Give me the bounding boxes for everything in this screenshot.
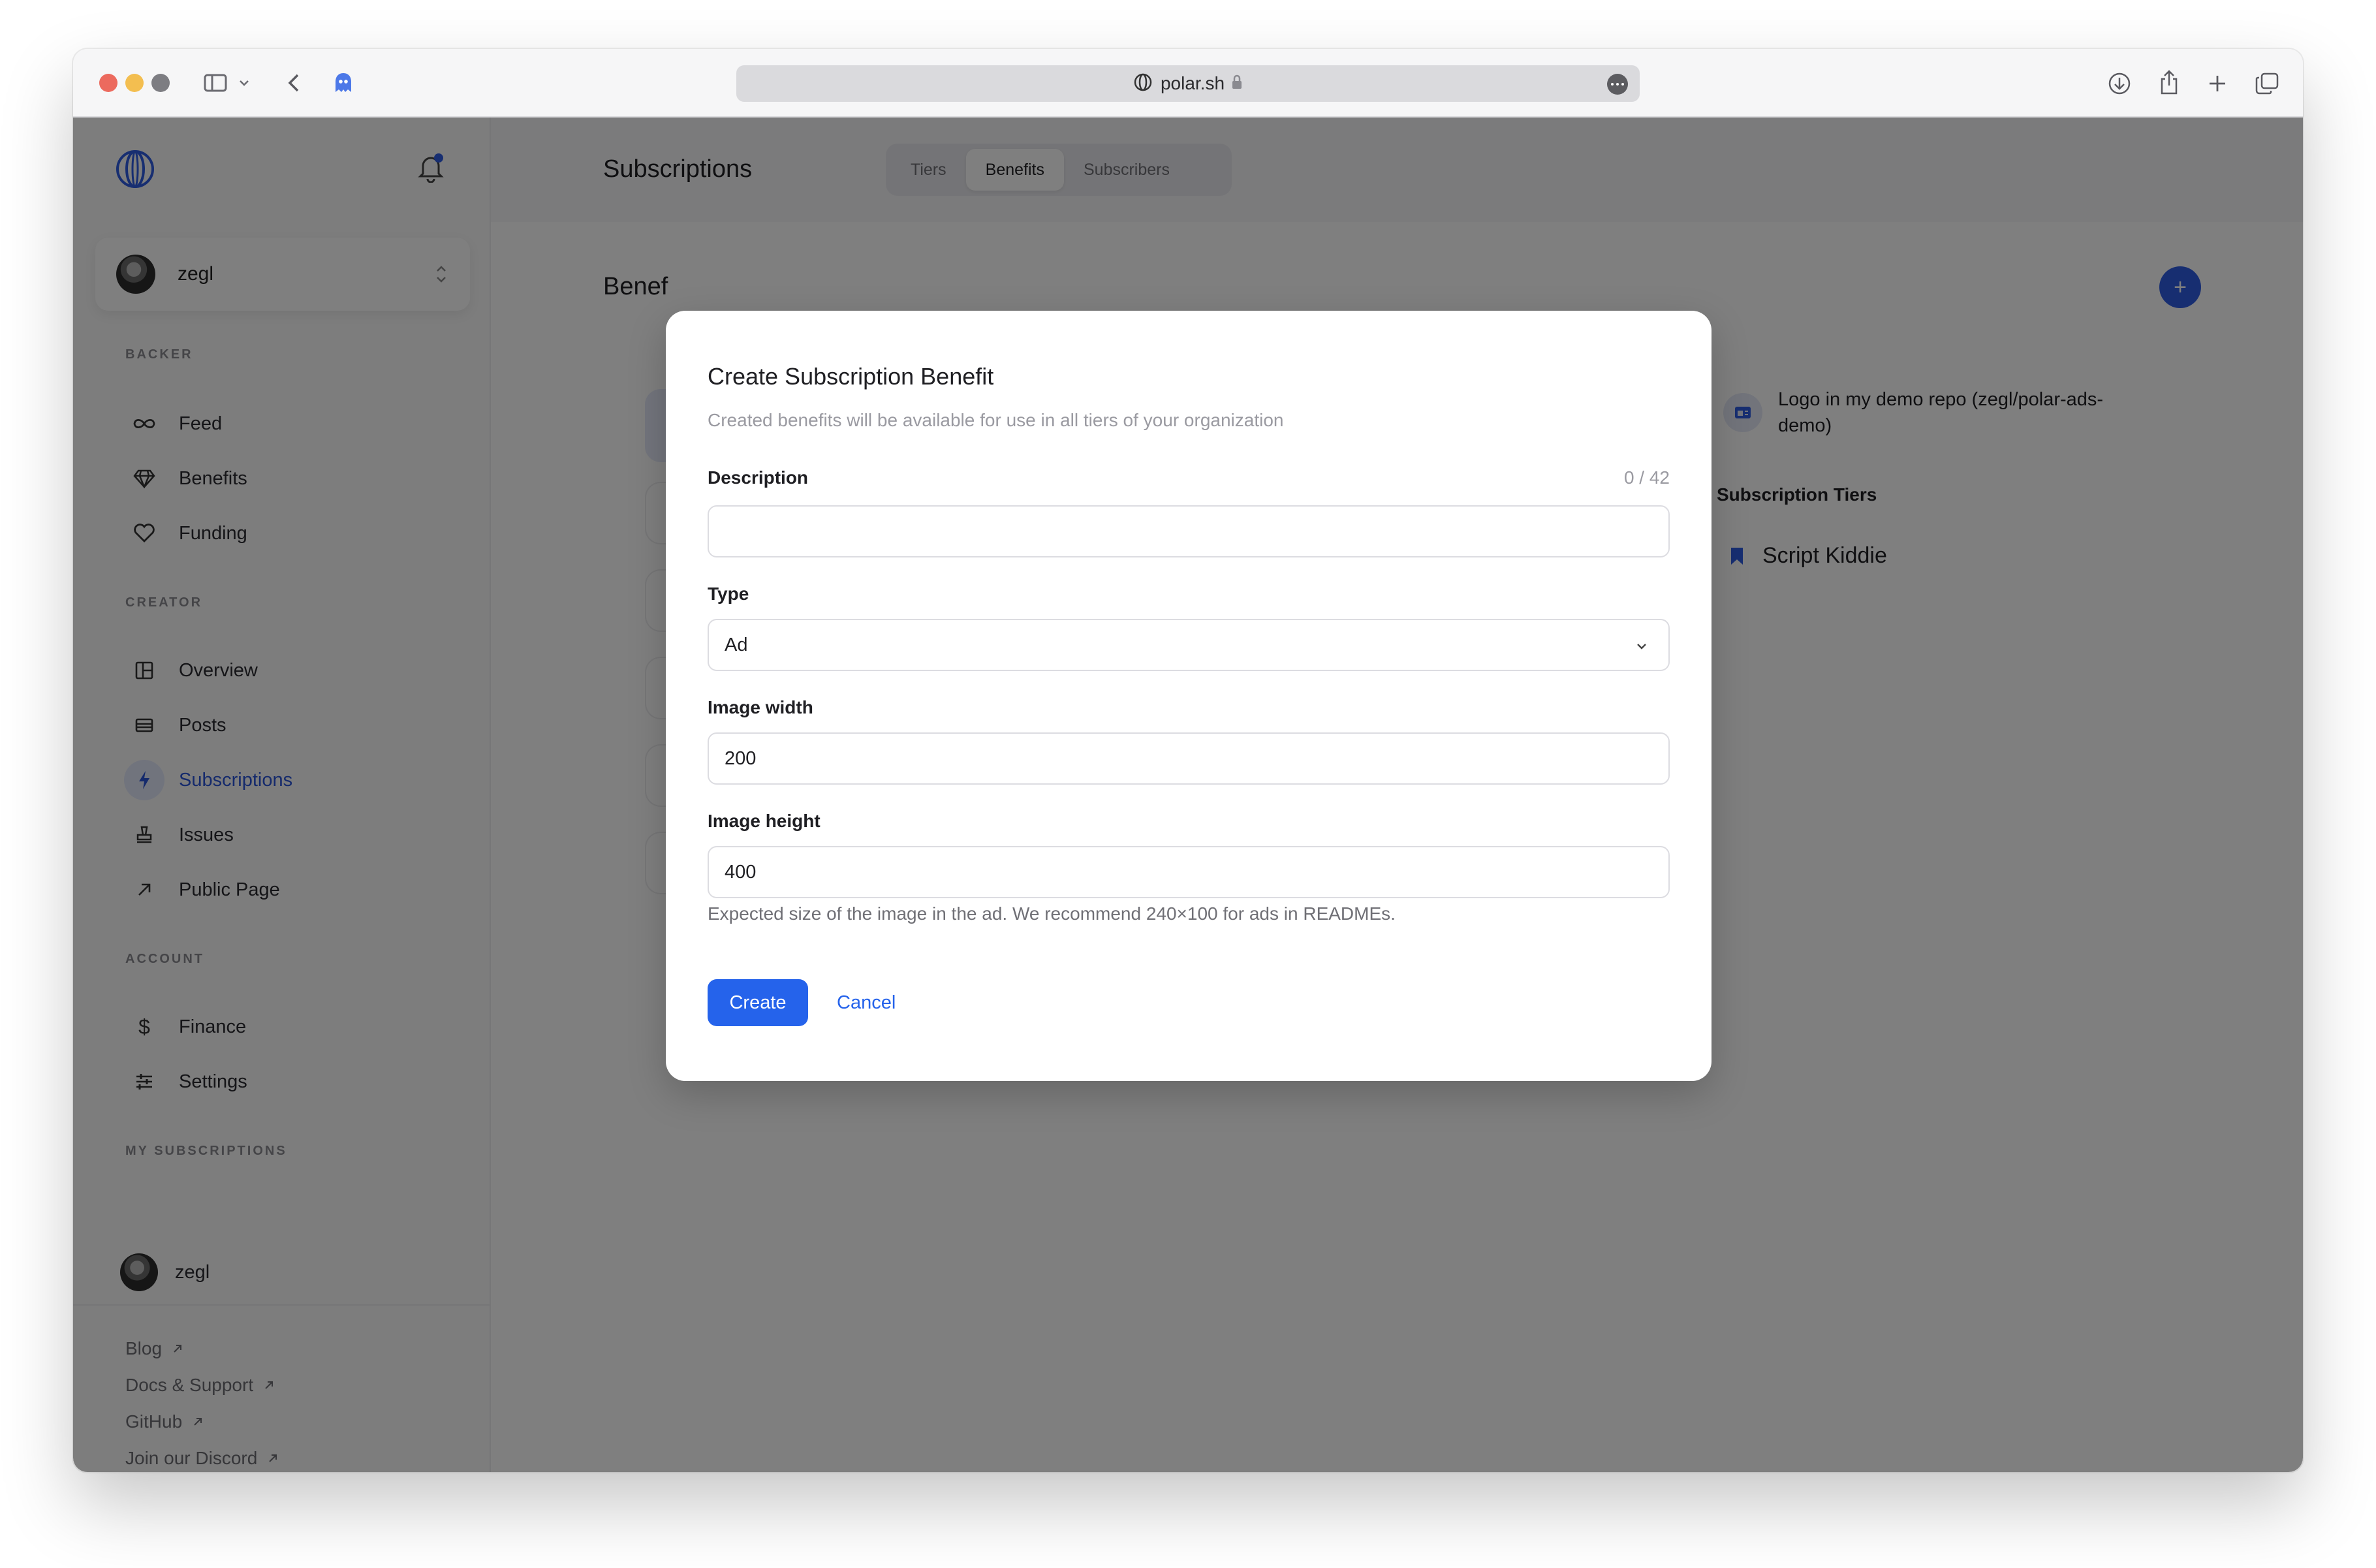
create-button[interactable]: Create <box>708 979 808 1026</box>
image-height-input[interactable] <box>708 846 1670 898</box>
ghost-extension-icon[interactable] <box>329 69 358 97</box>
cancel-button[interactable]: Cancel <box>837 979 896 1026</box>
type-select[interactable]: Ad <box>708 619 1670 671</box>
downloads-icon[interactable] <box>2104 69 2134 99</box>
page-menu-icon[interactable] <box>1607 74 1628 95</box>
minimize-window-button[interactable] <box>125 74 144 92</box>
page-content: zegl BACKER Feed Benefits Funding CREATO… <box>73 118 2303 1472</box>
browser-window: polar.sh z <box>73 49 2303 1472</box>
image-width-label: Image width <box>708 697 813 717</box>
url-text: polar.sh <box>1160 73 1225 93</box>
image-width-input[interactable] <box>708 732 1670 785</box>
site-favicon-icon <box>1133 72 1153 95</box>
zoom-window-button[interactable] <box>151 74 170 92</box>
modal-subtitle: Created benefits will be available for u… <box>708 410 1284 430</box>
browser-toolbar: polar.sh <box>73 49 2303 118</box>
sidebar-toggle-icon[interactable] <box>201 70 230 96</box>
lock-icon <box>1231 74 1243 93</box>
image-size-hint: Expected size of the image in the ad. We… <box>708 903 1396 924</box>
back-arrow-icon[interactable] <box>281 70 307 96</box>
type-label: Type <box>708 584 749 604</box>
type-select-value: Ad <box>725 634 748 655</box>
tab-overview-icon[interactable] <box>2252 69 2282 99</box>
close-window-button[interactable] <box>99 74 117 92</box>
chevron-down-icon <box>1634 637 1649 659</box>
modal-title: Create Subscription Benefit <box>708 363 994 390</box>
description-label: Description <box>708 467 809 488</box>
image-height-label: Image height <box>708 811 821 831</box>
chevron-down-icon[interactable] <box>236 72 252 93</box>
description-input[interactable] <box>708 505 1670 557</box>
address-bar[interactable]: polar.sh <box>736 65 1640 102</box>
share-icon[interactable] <box>2154 66 2184 99</box>
new-tab-icon[interactable] <box>2202 69 2232 99</box>
create-benefit-modal: Create Subscription Benefit Created bene… <box>666 311 1712 1081</box>
description-counter: 0 / 42 <box>1623 467 1670 488</box>
